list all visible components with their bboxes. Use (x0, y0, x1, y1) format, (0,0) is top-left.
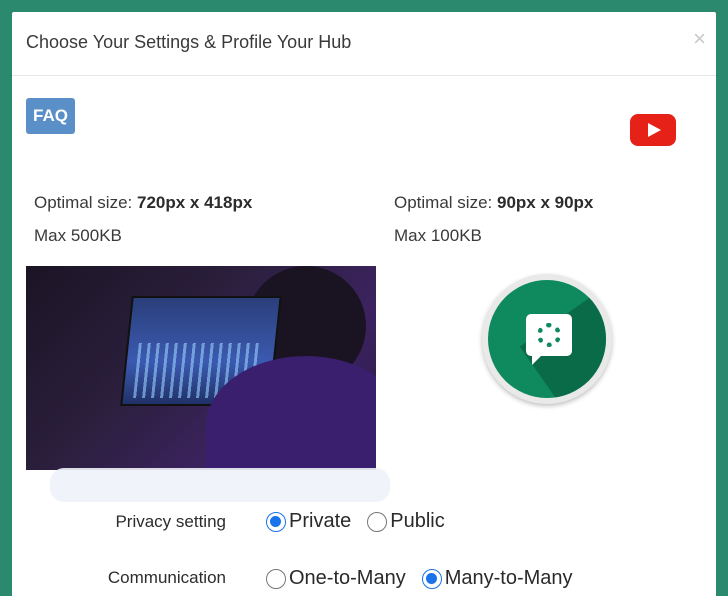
communication-option-one-to-many[interactable]: One-to-Many (266, 567, 406, 590)
settings-dialog: Choose Your Settings & Profile Your Hub … (12, 12, 716, 596)
faq-button[interactable]: FAQ (26, 98, 75, 134)
cover-upload-overlay[interactable] (50, 468, 390, 502)
radio-many-to-many[interactable] (421, 568, 442, 589)
privacy-setting-label: Privacy setting (115, 512, 226, 531)
youtube-icon[interactable] (630, 114, 676, 146)
cover-size-info: Optimal size: 720px x 418px Max 500KB (34, 186, 252, 252)
dialog-title: Choose Your Settings & Profile Your Hub (26, 32, 352, 52)
privacy-option-public[interactable]: Public (367, 510, 445, 533)
radio-public[interactable] (367, 511, 388, 532)
cover-image-preview[interactable] (26, 266, 376, 470)
privacy-radio-group: Private Public (266, 510, 461, 533)
cover-size-value: 720px x 418px (136, 193, 253, 212)
communication-option-many-to-many[interactable]: Many-to-Many (421, 567, 573, 590)
communication-option-many-to-many-label: Many-to-Many (444, 567, 573, 589)
radio-one-to-many[interactable] (266, 568, 286, 589)
logo-size-prefix: Optimal size: (394, 193, 497, 212)
privacy-option-public-label: Public (390, 510, 445, 532)
communication-label: Communication (107, 568, 226, 587)
privacy-option-private[interactable]: Private (266, 510, 351, 533)
hub-logo-preview[interactable] (482, 274, 612, 404)
logo-size-value: 90px x 90px (496, 193, 594, 212)
dialog-header: Choose Your Settings & Profile Your Hub … (12, 12, 716, 76)
communication-radio-group: One-to-Many Many-to-Many (266, 567, 589, 590)
radio-private[interactable] (266, 511, 286, 532)
gear-icon (537, 323, 561, 347)
cover-max-size: Max 500KB (34, 226, 122, 245)
chat-bubble-icon (526, 314, 572, 365)
logo-size-info: Optimal size: 90px x 90px Max 100KB (394, 186, 593, 252)
settings-chat-icon (488, 280, 606, 398)
close-button[interactable]: × (693, 28, 706, 50)
communication-option-one-to-many-label: One-to-Many (289, 567, 406, 589)
cover-size-prefix: Optimal size: (34, 193, 137, 212)
privacy-option-private-label: Private (289, 510, 352, 532)
logo-max-size: Max 100KB (394, 226, 482, 245)
